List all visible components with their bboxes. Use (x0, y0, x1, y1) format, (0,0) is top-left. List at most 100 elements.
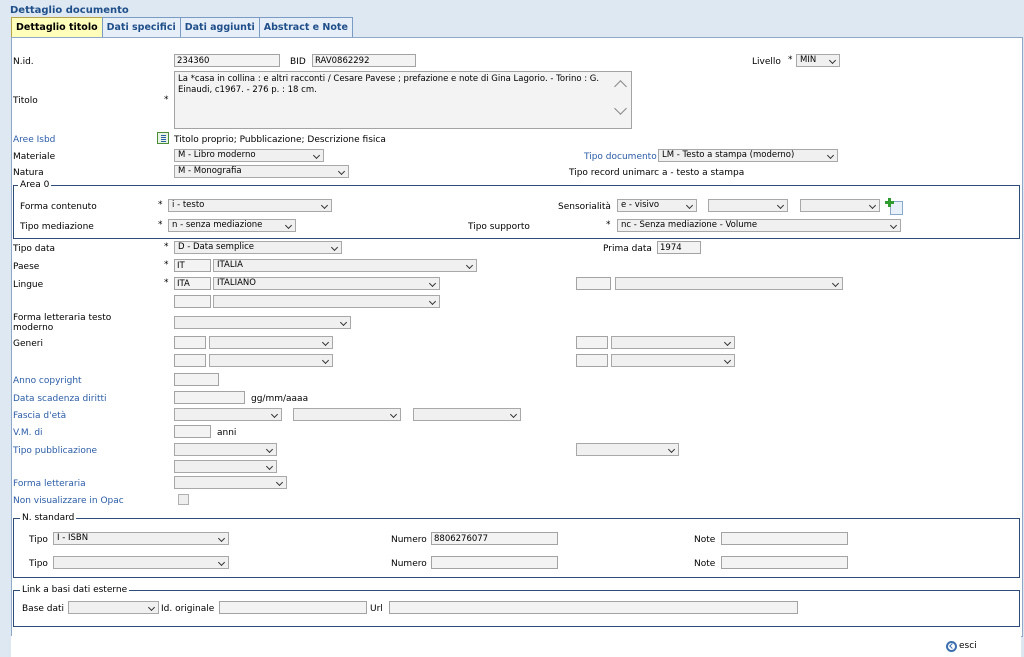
nstandard-tipo-label-1: Tipo (29, 535, 48, 545)
id-originale-field[interactable] (219, 601, 367, 614)
tipo-documento-label[interactable]: Tipo documento (584, 152, 657, 162)
tipo-data-select[interactable]: D - Data semplice (174, 241, 342, 254)
aree-isbd-label[interactable]: Aree Isbd (13, 135, 55, 145)
nstandard-tipo-select-1[interactable]: I - ISBN (53, 532, 229, 545)
tipo-data-required-mark: * (164, 242, 169, 252)
fascia-eta-label[interactable]: Fascia d'età (13, 411, 66, 421)
sensorialita-select[interactable]: e - visivo (617, 199, 697, 212)
id-originale-label: Id. originale (161, 604, 215, 614)
nstandard-numero-label-2: Numero (391, 559, 427, 569)
titolo-text: La *casa in collina : e altri racconti /… (178, 74, 600, 95)
tipo-documento-select[interactable]: LM - Testo a stampa (moderno) (658, 149, 838, 162)
link-legend: Link a basi dati esterne (20, 585, 130, 595)
materiale-label: Materiale (13, 152, 56, 162)
vm-label[interactable]: V.M. di (13, 428, 43, 438)
genere-code-field-1[interactable] (174, 336, 206, 349)
base-dati-label: Base dati (22, 604, 65, 614)
forma-letteraria-testo-select[interactable] (174, 316, 351, 329)
nstandard-note-label-2: Note (694, 559, 716, 569)
forma-contenuto-label: Forma contenuto (20, 202, 97, 212)
tipo-supporto-label: Tipo supporto (468, 222, 530, 232)
genere-select-3[interactable] (209, 354, 333, 367)
url-field[interactable] (389, 601, 798, 614)
base-dati-select[interactable] (68, 601, 159, 614)
footer-bar (11, 636, 1021, 657)
generi-label: Generi (13, 339, 43, 349)
titolo-textarea[interactable]: La *casa in collina : e altri racconti /… (174, 71, 632, 129)
livello-required-mark: * (788, 55, 793, 65)
tipo-mediazione-required-mark: * (158, 220, 163, 230)
fascia-eta-select-1[interactable] (174, 408, 282, 421)
nstandard-note-field-2[interactable] (721, 556, 848, 569)
paese-code-field[interactable]: IT (174, 259, 211, 272)
titolo-required-mark: * (164, 95, 169, 105)
forma-contenuto-required-mark: * (158, 200, 163, 210)
tipo-mediazione-select[interactable]: n - senza mediazione (168, 219, 296, 232)
natura-select[interactable]: M - Monografia (174, 165, 349, 178)
nstandard-tipo-select-2[interactable] (53, 556, 229, 569)
forma-contenuto-select[interactable]: i - testo (168, 199, 332, 212)
titolo-label: Titolo (13, 96, 38, 106)
data-scadenza-hint: gg/mm/aaaa (251, 394, 309, 404)
fascia-eta-select-2[interactable] (293, 408, 401, 421)
non-visualizzare-checkbox[interactable] (178, 494, 189, 505)
non-visualizzare-label[interactable]: Non visualizzare in Opac (13, 496, 124, 506)
materiale-select[interactable]: M - Libro moderno (174, 149, 324, 162)
tipo-supporto-select[interactable]: nc - Senza mediazione - Volume (617, 219, 901, 232)
tab-dettaglio-titolo[interactable]: Dettaglio titolo (11, 17, 103, 39)
lingua-select-3[interactable] (213, 295, 440, 308)
tab-dati-specifici[interactable]: Dati specifici (101, 17, 181, 38)
esci-label: esci (959, 641, 977, 651)
anno-copyright-label[interactable]: Anno copyright (13, 376, 82, 386)
genere-select-1[interactable] (209, 336, 333, 349)
nstandard-numero-field-2[interactable] (431, 556, 558, 569)
tipo-pubblicazione-select-2[interactable] (576, 443, 679, 456)
paese-label: Paese (13, 262, 40, 272)
list-icon[interactable] (157, 132, 169, 144)
tipo-pubblicazione-label[interactable]: Tipo pubblicazione (13, 446, 97, 456)
nid-field[interactable]: 234360 (174, 54, 280, 67)
sensorialita-select-3[interactable] (800, 199, 880, 212)
nstandard-legend: N. standard (20, 513, 77, 523)
genere-select-4[interactable] (611, 354, 735, 367)
nstandard-note-field-1[interactable] (721, 532, 848, 545)
tab-abstract-note[interactable]: Abstract e Note (258, 17, 353, 38)
tipo-pubblicazione-select-1[interactable] (174, 443, 277, 456)
tipo-pubblicazione-select-3[interactable] (174, 460, 277, 473)
lingue-required-mark: * (164, 278, 169, 288)
forma-letteraria-label[interactable]: Forma letteraria (13, 479, 86, 489)
tipo-mediazione-label: Tipo mediazione (20, 222, 94, 232)
vm-field[interactable] (174, 425, 211, 438)
tab-bar: Dettaglio titolo Dati specifici Dati agg… (11, 17, 353, 39)
paese-select[interactable]: ITALIA (213, 259, 477, 272)
tab-dati-aggiunti[interactable]: Dati aggiunti (179, 17, 260, 38)
esci-button[interactable]: esci (946, 638, 977, 654)
genere-code-field-2[interactable] (576, 336, 608, 349)
tipo-supporto-required-mark: * (606, 220, 611, 230)
nstandard-note-label-1: Note (694, 535, 716, 545)
add-icon[interactable] (885, 198, 903, 215)
lingua-code-field-3[interactable] (174, 295, 211, 308)
anno-copyright-field[interactable] (174, 373, 219, 386)
paese-required-mark: * (164, 260, 169, 270)
tipo-data-label: Tipo data (13, 244, 56, 254)
genere-code-field-4[interactable] (576, 354, 608, 367)
nid-label: N.id. (13, 57, 34, 67)
livello-select[interactable]: MIN (796, 54, 840, 67)
aree-isbd-value: Titolo proprio; Pubblicazione; Descrizio… (174, 135, 386, 145)
fascia-eta-select-3[interactable] (413, 408, 521, 421)
lingua-select-2[interactable] (615, 277, 843, 290)
livello-label: Livello (752, 57, 781, 67)
bid-field[interactable]: RAV0862292 (312, 54, 416, 67)
prima-data-field[interactable]: 1974 (657, 241, 701, 254)
forma-letteraria-select[interactable] (174, 476, 287, 489)
data-scadenza-field[interactable] (174, 391, 245, 404)
genere-code-field-3[interactable] (174, 354, 206, 367)
genere-select-2[interactable] (611, 336, 735, 349)
lingua-code-field-1[interactable]: ITA (174, 277, 211, 290)
nstandard-numero-field-1[interactable]: 8806276077 (431, 532, 558, 545)
data-scadenza-label[interactable]: Data scadenza diritti (13, 394, 107, 404)
lingua-code-field-2[interactable] (576, 277, 611, 290)
sensorialita-select-2[interactable] (708, 199, 788, 212)
lingua-select-1[interactable]: ITALIANO (213, 277, 440, 290)
